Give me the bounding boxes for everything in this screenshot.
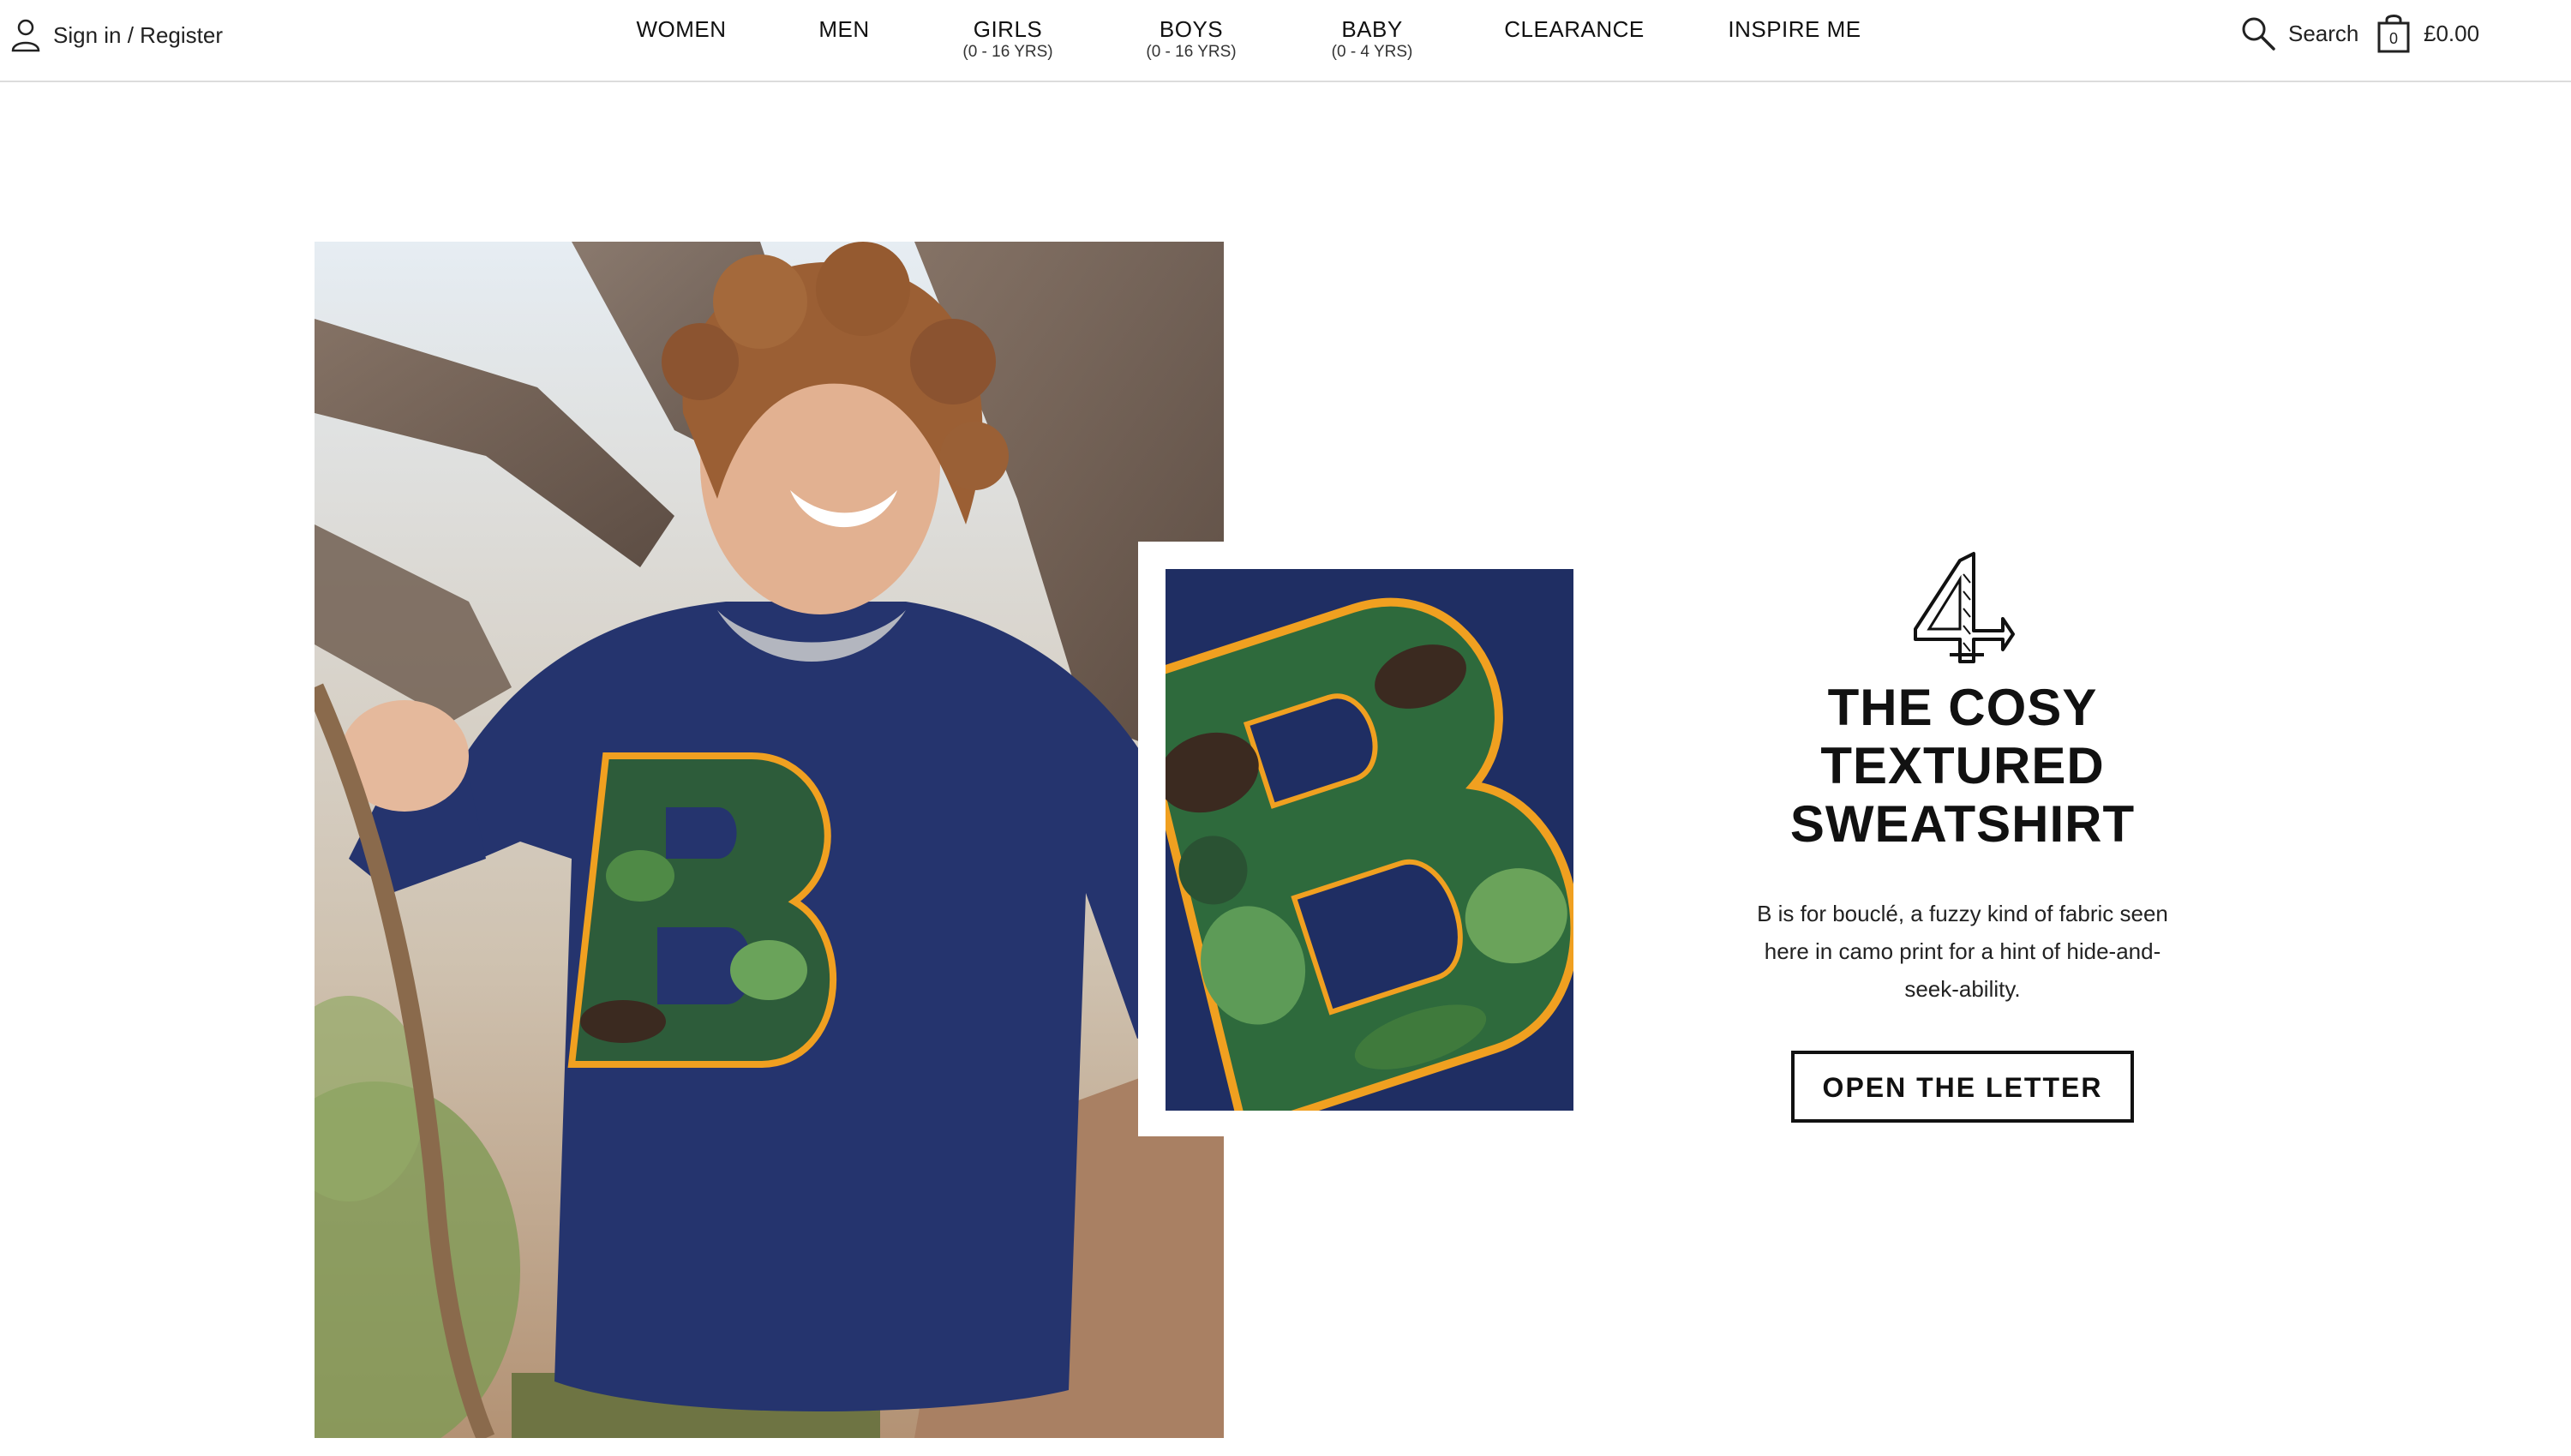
nav-age-range: (0 - 16 YRS) <box>1146 43 1237 61</box>
basket-button[interactable]: 0 £0.00 <box>2376 10 2479 57</box>
nav-label: BABY <box>1341 16 1403 42</box>
nav-item-men[interactable]: MEN <box>818 15 869 43</box>
search-button[interactable]: Search <box>2240 12 2358 55</box>
feature-panel: THE COSY TEXTURED SWEATSHIRT B is for bo… <box>1705 548 2220 1123</box>
nav-item-clearance[interactable]: CLEARANCE <box>1504 15 1644 43</box>
feature-headline: THE COSY TEXTURED SWEATSHIRT <box>1705 679 2220 854</box>
sign-in-label: Sign in / Register <box>53 21 223 48</box>
headline-line: THE COSY <box>1827 679 2098 736</box>
decorative-numeral-4-icon <box>1914 552 2015 663</box>
nav-label: MEN <box>818 16 870 42</box>
svg-text:0: 0 <box>2389 30 2398 47</box>
nav-item-women[interactable]: WOMEN <box>636 15 726 43</box>
detail-photo-boucle-letter[interactable] <box>1166 569 1573 1111</box>
nav-label: BOYS <box>1159 16 1224 42</box>
nav-item-inspire-me[interactable]: INSPIRE ME <box>1728 15 1861 43</box>
nav-label: GIRLS <box>973 16 1043 42</box>
hero-photo-boy-in-sweatshirt[interactable] <box>315 242 1224 1438</box>
hero-photo-illustration <box>315 242 1224 1438</box>
nav-label: WOMEN <box>636 16 727 42</box>
nav-item-boys[interactable]: BOYS (0 - 16 YRS) <box>1146 15 1236 62</box>
detail-photo-illustration <box>1166 569 1573 1111</box>
feature-description: B is for bouclé, a fuzzy kind of fabric … <box>1757 901 2168 1002</box>
headline-line: SWEATSHIRT <box>1789 795 2136 853</box>
sign-in-register-link[interactable]: Sign in / Register <box>10 14 223 57</box>
search-icon <box>2242 17 2275 51</box>
nav-label: CLEARANCE <box>1504 16 1645 42</box>
open-the-letter-button[interactable]: OPEN THE LETTER <box>1791 1051 2134 1123</box>
nav-label: INSPIRE ME <box>1728 16 1861 42</box>
nav-age-range: (0 - 4 YRS) <box>1331 43 1413 61</box>
headline-line: TEXTURED <box>1820 737 2105 794</box>
nav-item-girls[interactable]: GIRLS (0 - 16 YRS) <box>962 15 1052 62</box>
nav-item-baby[interactable]: BABY (0 - 4 YRS) <box>1332 15 1413 62</box>
search-label: Search <box>2288 20 2359 46</box>
shopping-bag-icon: 0 <box>2377 15 2410 53</box>
nav-age-range: (0 - 16 YRS) <box>962 43 1053 61</box>
user-icon <box>11 19 40 52</box>
basket-total: £0.00 <box>2424 20 2480 46</box>
site-header: Sign in / Register WOMEN MEN GIRLS (0 - … <box>0 0 2571 82</box>
